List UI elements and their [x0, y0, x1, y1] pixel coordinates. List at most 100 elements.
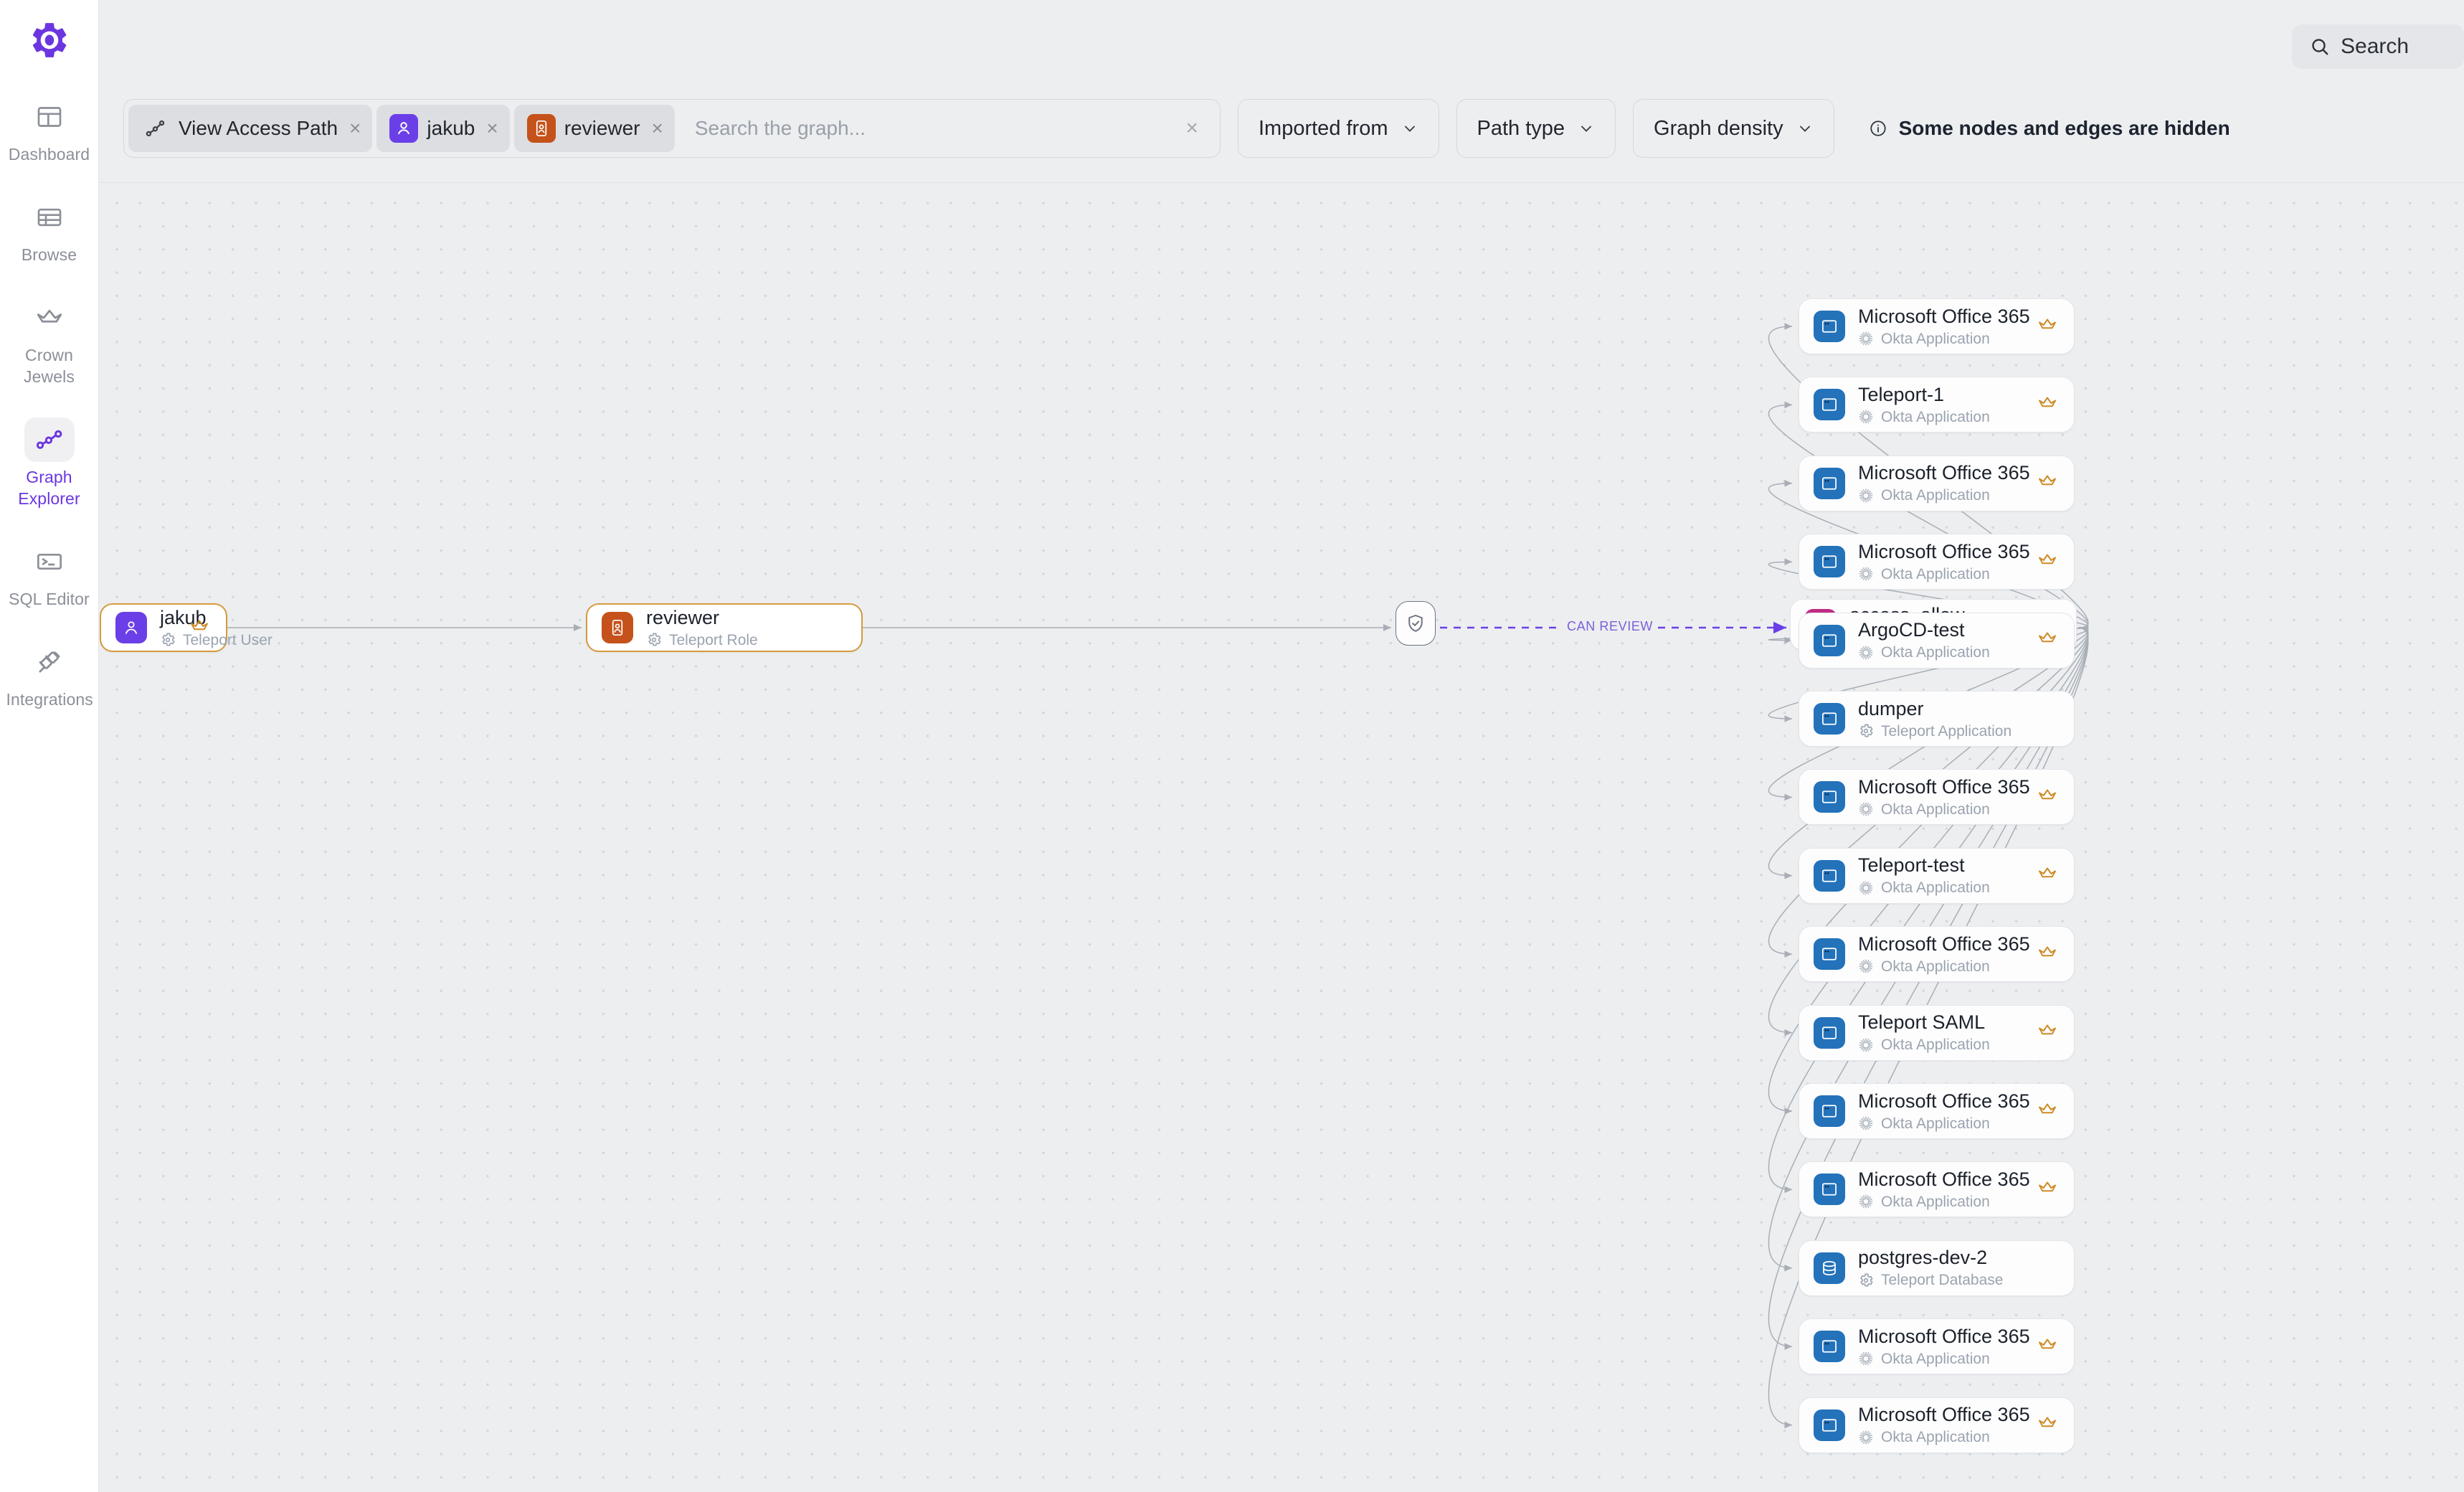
- crown-icon: [2037, 785, 2058, 810]
- graph-node[interactable]: dumper Teleport Application: [1799, 691, 2075, 747]
- crown-icon: [2037, 549, 2058, 575]
- graph-node[interactable]: Microsoft Office 365 Okta Application: [1799, 926, 2075, 983]
- filter-pill-label: jakub: [427, 117, 475, 139]
- graph-node-title: Microsoft Office 365: [1858, 775, 2030, 798]
- info-icon: [1869, 119, 1887, 138]
- graph-node-text: Microsoft Office 365 Okta Application: [1858, 1404, 2030, 1446]
- graph-node-text: dumper Teleport Application: [1858, 698, 2012, 740]
- sidebar-item-label: Integrations: [6, 690, 93, 709]
- graph-node-title: Teleport SAML: [1858, 1011, 1986, 1034]
- sidebar-item-dashboard[interactable]: Dashboard: [0, 88, 99, 175]
- sidebar-item-graph-explorer[interactable]: Graph Explorer: [0, 410, 99, 519]
- application-icon: [1814, 859, 1845, 892]
- graph-node-subtitle: Okta Application: [1881, 487, 1990, 504]
- crown-icon: [2037, 1177, 2058, 1202]
- graph-node-title: reviewer: [646, 606, 720, 628]
- graph-node-text: Microsoft Office 365 Okta Application: [1858, 933, 2030, 976]
- graph-node-subtitle: Okta Application: [1881, 958, 1990, 975]
- dropdown-imported-from[interactable]: Imported from: [1238, 99, 1439, 158]
- close-icon[interactable]: ×: [1185, 116, 1198, 141]
- graph-node[interactable]: jakub Teleport User: [100, 603, 273, 652]
- okta-icon: [1858, 488, 1874, 504]
- graph-node[interactable]: Microsoft Office 365 Okta Application: [1799, 1161, 2075, 1218]
- graph-node[interactable]: Microsoft Office 365 Okta Application: [1799, 298, 2075, 354]
- edge-label-can-review: CAN REVIEW: [1563, 619, 1658, 634]
- okta-icon: [1858, 409, 1874, 425]
- graph-node-subtitle: Teleport Application: [1881, 722, 2012, 740]
- graph-node[interactable]: postgres-dev-2 Teleport Database: [1799, 1240, 2075, 1296]
- graph-node-subtitle-row: Okta Application: [1858, 565, 2030, 583]
- hidden-nodes-notice: Some nodes and edges are hidden: [1869, 117, 2230, 140]
- application-icon: [1814, 1095, 1845, 1127]
- graph-node-subtitle-row: Teleport User: [160, 631, 273, 649]
- graph-node-subtitle: Okta Application: [1881, 879, 1990, 897]
- graph-node-subtitle-row: Okta Application: [1858, 879, 1990, 897]
- graph-node-subtitle-row: Okta Application: [1858, 1350, 2030, 1368]
- sidebar-item-crown-jewels[interactable]: Crown Jewels: [0, 288, 99, 397]
- okta-icon: [1858, 880, 1874, 896]
- graph-node-subtitle: Okta Application: [1881, 801, 1990, 818]
- browse-table-icon: [24, 195, 75, 240]
- sidebar-item-sql-editor[interactable]: SQL Editor: [0, 532, 99, 620]
- graph-node-text: Microsoft Office 365 Okta Application: [1858, 306, 2030, 348]
- filter-pill-label: View Access Path: [179, 117, 338, 139]
- graph-node-subtitle: Okta Application: [1881, 330, 1990, 347]
- graph-node[interactable]: Microsoft Office 365 Okta Application: [1799, 534, 2075, 590]
- filter-pill-view-access-path[interactable]: View Access Path ×: [128, 105, 373, 152]
- graph-canvas[interactable]: jakubTeleport UserreviewerTeleport Rolea…: [100, 182, 2464, 1492]
- filter-pill-jakub[interactable]: jakub ×: [376, 105, 510, 152]
- graph-node[interactable]: Microsoft Office 365 Okta Application: [1799, 1083, 2075, 1139]
- graph-node-title: Microsoft Office 365: [1858, 1325, 2030, 1347]
- database-icon: [1814, 1252, 1845, 1284]
- dropdown-label: Path type: [1477, 116, 1565, 140]
- close-icon[interactable]: ×: [652, 117, 663, 140]
- sidebar-item-label: SQL Editor: [9, 590, 90, 608]
- graph-search-field[interactable]: Search the graph... ×: [679, 105, 1216, 152]
- crown-icon: [189, 615, 210, 641]
- okta-icon: [1858, 645, 1874, 661]
- application-icon: [1814, 624, 1845, 656]
- graph-node-subtitle-row: Okta Application: [1858, 643, 1990, 661]
- graph-node[interactable]: Microsoft Office 365 Okta Application: [1799, 1397, 2075, 1453]
- graph-node[interactable]: reviewer Teleport Role: [586, 603, 863, 652]
- graph-node[interactable]: Teleport SAML Okta Application: [1799, 1004, 2075, 1061]
- graph-node[interactable]: Teleport-1 Okta Application: [1799, 377, 2075, 433]
- sidebar-item-label: Crown Jewels: [24, 346, 75, 386]
- okta-icon: [1858, 958, 1874, 974]
- close-icon[interactable]: ×: [349, 117, 361, 140]
- graph-node-title: dumper: [1858, 697, 1924, 719]
- graph-node-text: jakub Teleport User: [160, 607, 273, 649]
- role-badge-icon: [602, 612, 633, 643]
- dropdown-graph-density[interactable]: Graph density: [1633, 99, 1834, 158]
- global-search-box[interactable]: Search: [2292, 24, 2464, 69]
- graph-node[interactable]: Microsoft Office 365 Okta Application: [1799, 769, 2075, 826]
- app-logo-icon[interactable]: [28, 19, 71, 62]
- sidebar-item-integrations[interactable]: Integrations: [0, 633, 99, 720]
- graph-node-subtitle: Teleport Database: [1881, 1272, 2004, 1289]
- graph-node[interactable]: Microsoft Office 365 Okta Application: [1799, 455, 2075, 511]
- dropdown-path-type[interactable]: Path type: [1456, 99, 1616, 158]
- filter-toolbar: View Access Path × jakub × reviewer × Se…: [100, 75, 2464, 182]
- close-icon[interactable]: ×: [486, 117, 498, 140]
- user-icon: [389, 114, 419, 143]
- crown-icon: [2037, 1412, 2058, 1437]
- okta-icon: [1858, 1194, 1874, 1209]
- chevron-down-icon: [1578, 120, 1595, 137]
- graph-node-subtitle: Teleport Role: [669, 631, 758, 648]
- graph-node[interactable]: Teleport-test Okta Application: [1799, 847, 2075, 904]
- graph-node-subtitle-row: Okta Application: [1858, 1428, 2030, 1446]
- graph-node-subtitle: Okta Application: [1881, 1429, 1990, 1446]
- graph-node[interactable]: ArgoCD-test Okta Application: [1799, 612, 2075, 669]
- graph-node-subtitle-row: Okta Application: [1858, 1193, 2030, 1211]
- filter-pill-reviewer[interactable]: reviewer ×: [513, 105, 675, 152]
- filter-pill-label: reviewer: [564, 117, 640, 139]
- graph-node[interactable]: Microsoft Office 365 Okta Application: [1799, 1318, 2075, 1375]
- graph-node-subtitle-row: Okta Application: [1858, 330, 2030, 348]
- graph-node-subtitle-row: Okta Application: [1858, 958, 2030, 976]
- graph-node-text: Microsoft Office 365 Okta Application: [1858, 1168, 2030, 1211]
- sidebar-item-browse[interactable]: Browse: [0, 188, 99, 275]
- crown-icon: [2037, 392, 2058, 417]
- crown-icon: [2037, 863, 2058, 888]
- graph-node-text: Teleport SAML Okta Application: [1858, 1011, 1990, 1054]
- graph-node-shield[interactable]: [1396, 601, 1436, 646]
